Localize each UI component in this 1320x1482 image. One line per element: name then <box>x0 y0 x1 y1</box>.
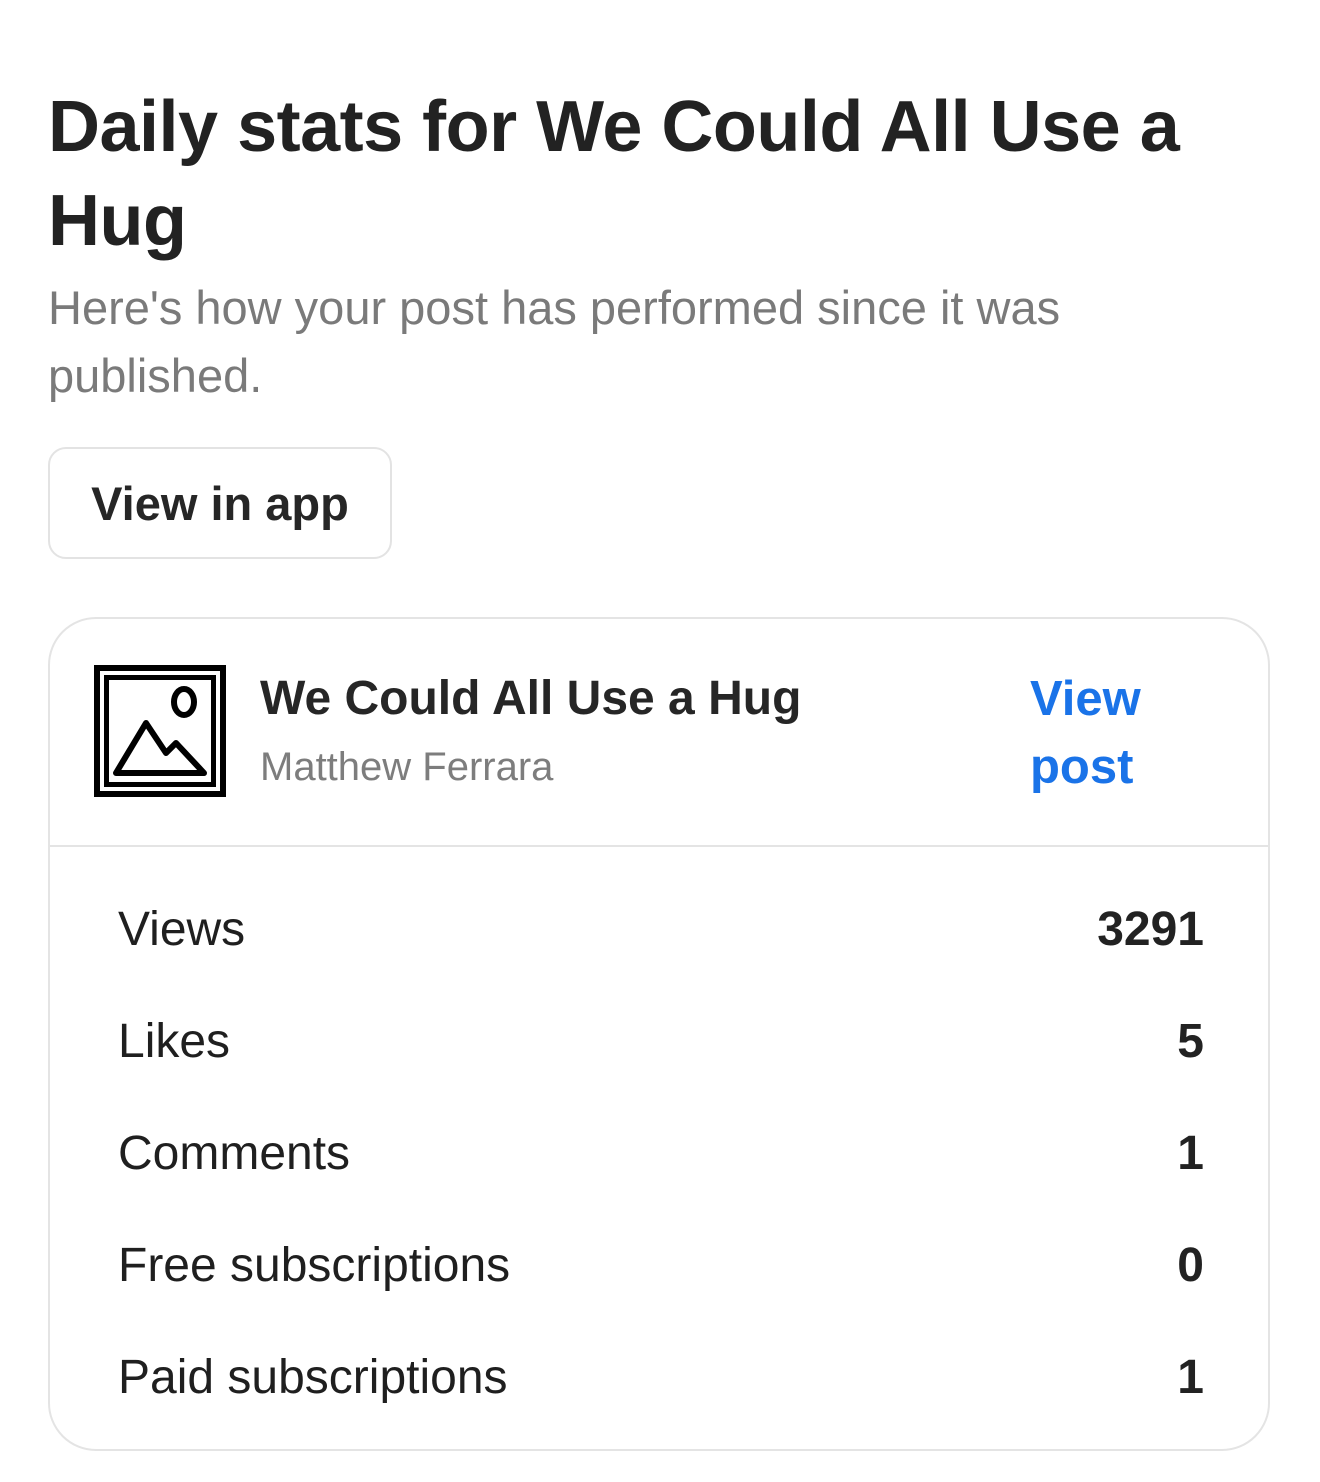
stat-row-views: Views 3291 <box>118 873 1204 985</box>
stat-label: Likes <box>118 1014 231 1068</box>
stat-value: 5 <box>1177 1014 1204 1068</box>
post-author: Matthew Ferrara <box>260 745 554 789</box>
stat-value: 0 <box>1177 1238 1204 1292</box>
view-post-link[interactable]: View post <box>1030 665 1190 801</box>
stat-value: 1 <box>1177 1126 1204 1180</box>
stats-list: Views 3291 Likes 5 Comments 1 Free subsc… <box>118 873 1204 1433</box>
stat-label: Paid subscriptions <box>118 1350 508 1404</box>
post-stats-card: We Could All Use a Hug Matthew Ferrara V… <box>48 617 1270 1451</box>
stat-label: Comments <box>118 1126 351 1180</box>
stat-row-paid-subscriptions: Paid subscriptions 1 <box>118 1321 1204 1433</box>
stat-row-likes: Likes 5 <box>118 985 1204 1097</box>
stat-value: 1 <box>1177 1350 1204 1404</box>
page: Daily stats for We Could All Use a Hug H… <box>48 0 1272 1451</box>
page-title: Daily stats for We Could All Use a Hug <box>48 87 1180 261</box>
stat-row-comments: Comments 1 <box>118 1097 1204 1209</box>
post-header: We Could All Use a Hug Matthew Ferrara V… <box>50 619 1268 847</box>
stat-label: Free subscriptions <box>118 1238 511 1292</box>
image-placeholder-icon <box>94 665 226 797</box>
page-subtitle: Here's how your post has performed since… <box>48 281 1061 402</box>
view-in-app-button[interactable]: View in app <box>48 447 392 559</box>
post-title: We Could All Use a Hug <box>260 672 802 725</box>
stat-row-free-subscriptions: Free subscriptions 0 <box>118 1209 1204 1321</box>
stat-label: Views <box>118 902 246 956</box>
stat-value: 3291 <box>1097 902 1204 956</box>
